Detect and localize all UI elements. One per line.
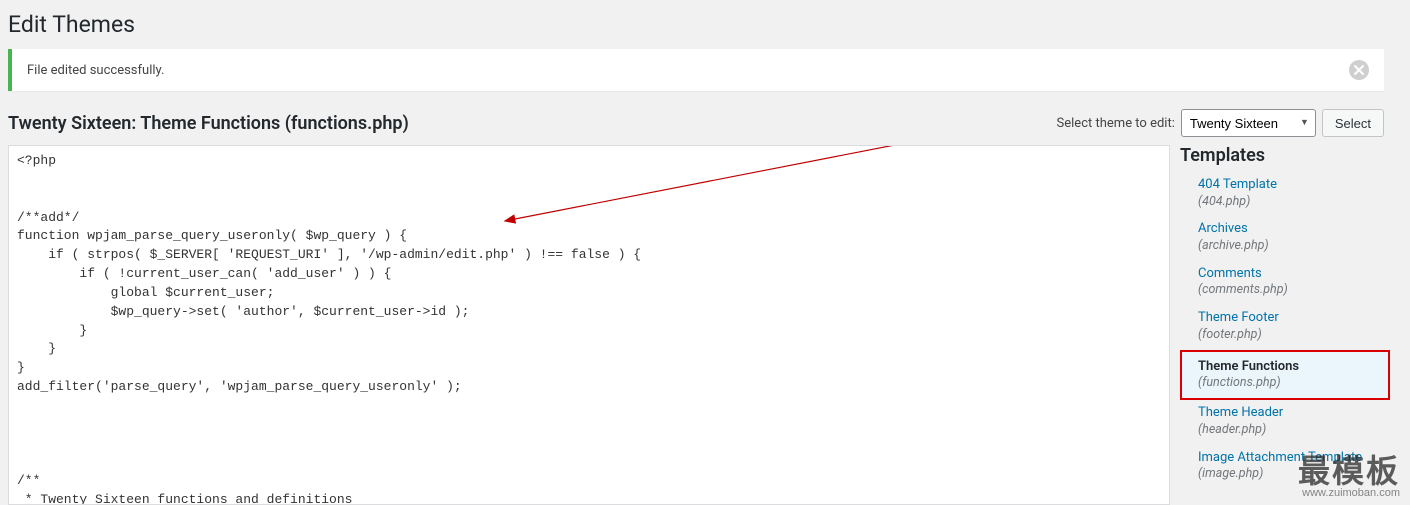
template-filename: (functions.php) (1198, 375, 1386, 392)
template-filename: (comments.php) (1198, 282, 1388, 299)
theme-select-label: Select theme to edit: (1057, 116, 1175, 131)
dismiss-notice-button[interactable] (1349, 60, 1369, 80)
templates-list: 404 Template (404.php) Archives (archive.ph… (1180, 172, 1390, 489)
template-filename: (header.php) (1198, 422, 1388, 439)
page-title: Edit Themes (8, 10, 1390, 39)
close-icon (1354, 65, 1364, 75)
template-item[interactable]: Archives (archive.php) (1180, 216, 1390, 260)
success-notice: File edited successfully. (8, 49, 1384, 91)
theme-select[interactable]: Twenty Sixteen (1181, 109, 1316, 137)
template-link[interactable]: Comments (1198, 266, 1262, 281)
template-link[interactable]: 404 Template (1198, 177, 1277, 192)
template-filename: (footer.php) (1198, 327, 1388, 344)
template-item[interactable]: 404 Template (404.php) (1180, 172, 1390, 216)
notice-message: File edited successfully. (27, 63, 164, 78)
template-item[interactable]: Image Attachment Template(image.php) (1180, 445, 1390, 489)
code-editor-textarea[interactable] (9, 146, 1169, 504)
template-filename: (archive.php) (1198, 238, 1388, 255)
template-item[interactable]: Comments(comments.php) (1180, 261, 1390, 305)
template-item[interactable]: Theme Functions(functions.php) (1180, 350, 1390, 400)
template-link[interactable]: Image Attachment Template (1198, 450, 1362, 465)
template-link[interactable]: Theme Footer (1198, 310, 1279, 325)
template-item[interactable]: Theme Header (header.php) (1180, 400, 1390, 444)
template-link[interactable]: Theme Header (1198, 405, 1283, 420)
template-item[interactable]: Theme Footer (footer.php) (1180, 305, 1390, 349)
select-theme-button[interactable]: Select (1322, 109, 1384, 137)
template-link[interactable]: Archives (1198, 221, 1248, 236)
template-filename: (404.php) (1198, 194, 1388, 211)
code-editor-container (8, 145, 1170, 505)
templates-heading: Templates (1180, 145, 1390, 166)
template-filename: (image.php) (1198, 466, 1388, 483)
template-label: Theme Functions (1198, 359, 1299, 374)
current-file-heading: Twenty Sixteen: Theme Functions (functio… (8, 113, 409, 134)
templates-sidebar: Templates 404 Template (404.php) Archives (… (1180, 145, 1390, 505)
